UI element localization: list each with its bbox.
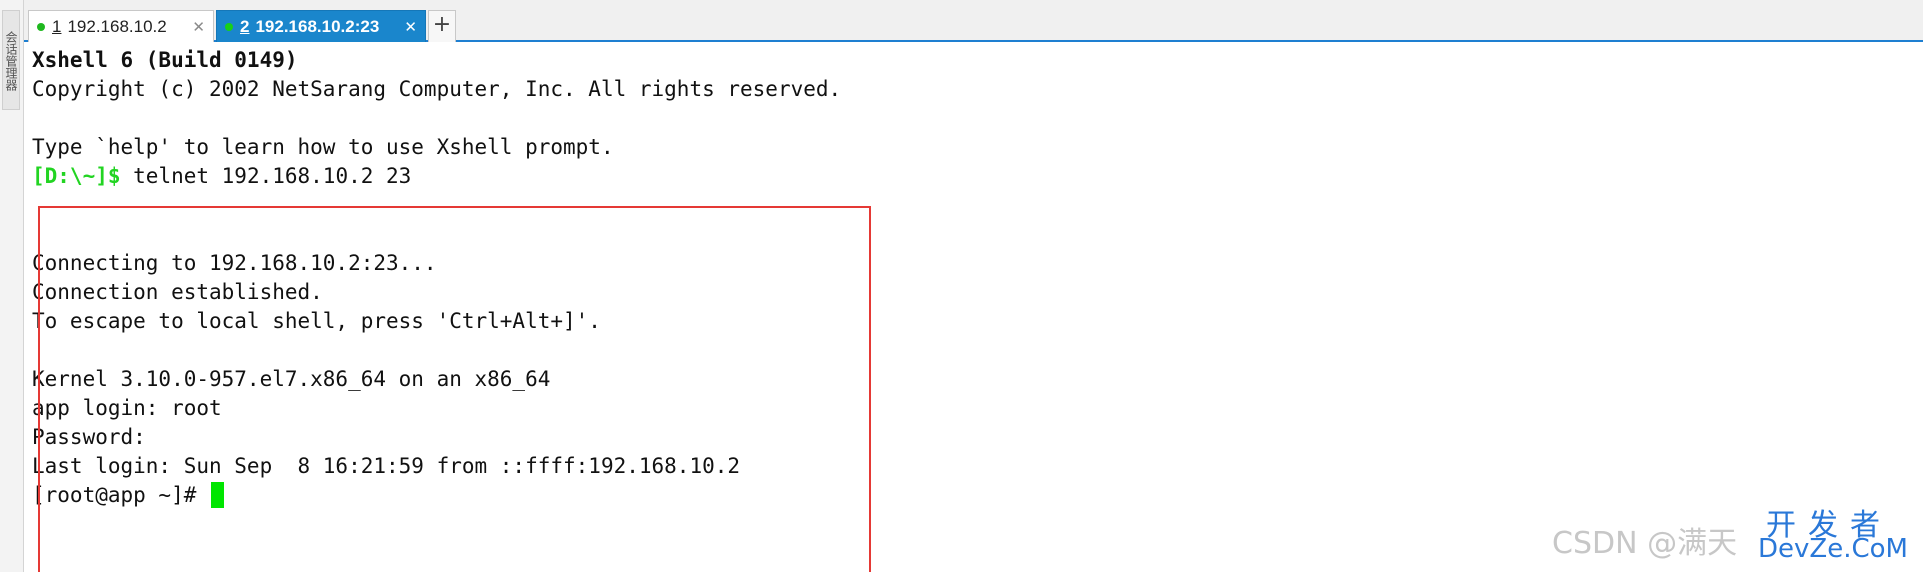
kernel-line: Kernel 3.10.0-957.el7.x86_64 on an x86_6… xyxy=(32,367,551,391)
tab-label: 192.168.10.2:23 xyxy=(255,16,380,36)
escape-hint-line: To escape to local shell, press 'Ctrl+Al… xyxy=(32,309,601,333)
terminal-cursor xyxy=(211,482,225,508)
copyright-line: Copyright (c) 2002 NetSarang Computer, I… xyxy=(32,77,842,101)
tab-number: 2 xyxy=(240,16,250,36)
help-hint-line: Type `help' to learn how to use Xshell p… xyxy=(32,135,614,159)
connected-status-icon xyxy=(37,22,45,31)
command-line: [D:\~]$ telnet 192.168.10.2 23 xyxy=(32,162,411,191)
tab-label: 192.168.10.2 xyxy=(67,16,167,36)
local-prompt: [D:\~]$ xyxy=(32,164,121,188)
csdn-watermark: CSDN @满天 xyxy=(1552,526,1738,561)
tab-session-2[interactable]: 2 192.168.10.2:23 ✕ xyxy=(216,10,426,42)
login-line: app login: root xyxy=(32,396,222,420)
tab-session-1[interactable]: 1 192.168.10.2 ✕ xyxy=(28,10,214,42)
banner-title: Xshell 6 (Build 0149) xyxy=(32,48,298,72)
tab-number: 1 xyxy=(52,16,62,36)
close-icon[interactable]: ✕ xyxy=(404,18,417,36)
tab-bar: 1 192.168.10.2 ✕ 2 192.168.10.2:23 ✕ + xyxy=(24,0,1923,42)
terminal-view[interactable]: Xshell 6 (Build 0149) Copyright (c) 2002… xyxy=(24,42,1923,572)
password-line: Password: xyxy=(32,425,146,449)
telnet-command: telnet 192.168.10.2 23 xyxy=(120,164,412,188)
remote-prompt: [root@app ~]# xyxy=(32,483,210,507)
logo-english-text: DevZe.CoM xyxy=(1758,534,1908,564)
remote-prompt-line: [root@app ~]# xyxy=(32,481,225,510)
session-manager-strip: 会话管理器 xyxy=(0,0,24,572)
last-login-line: Last login: Sun Sep 8 16:21:59 from ::ff… xyxy=(32,454,741,478)
close-icon[interactable]: ✕ xyxy=(192,18,205,36)
add-tab-button[interactable]: + xyxy=(428,10,456,42)
connecting-line: Connecting to 192.168.10.2:23... xyxy=(32,251,437,275)
established-line: Connection established. xyxy=(32,280,323,304)
connected-status-icon xyxy=(225,22,233,31)
session-manager-toggle[interactable]: 会话管理器 xyxy=(2,10,20,110)
devze-logo: 开发者 DevZe.CoM xyxy=(1758,500,1918,568)
